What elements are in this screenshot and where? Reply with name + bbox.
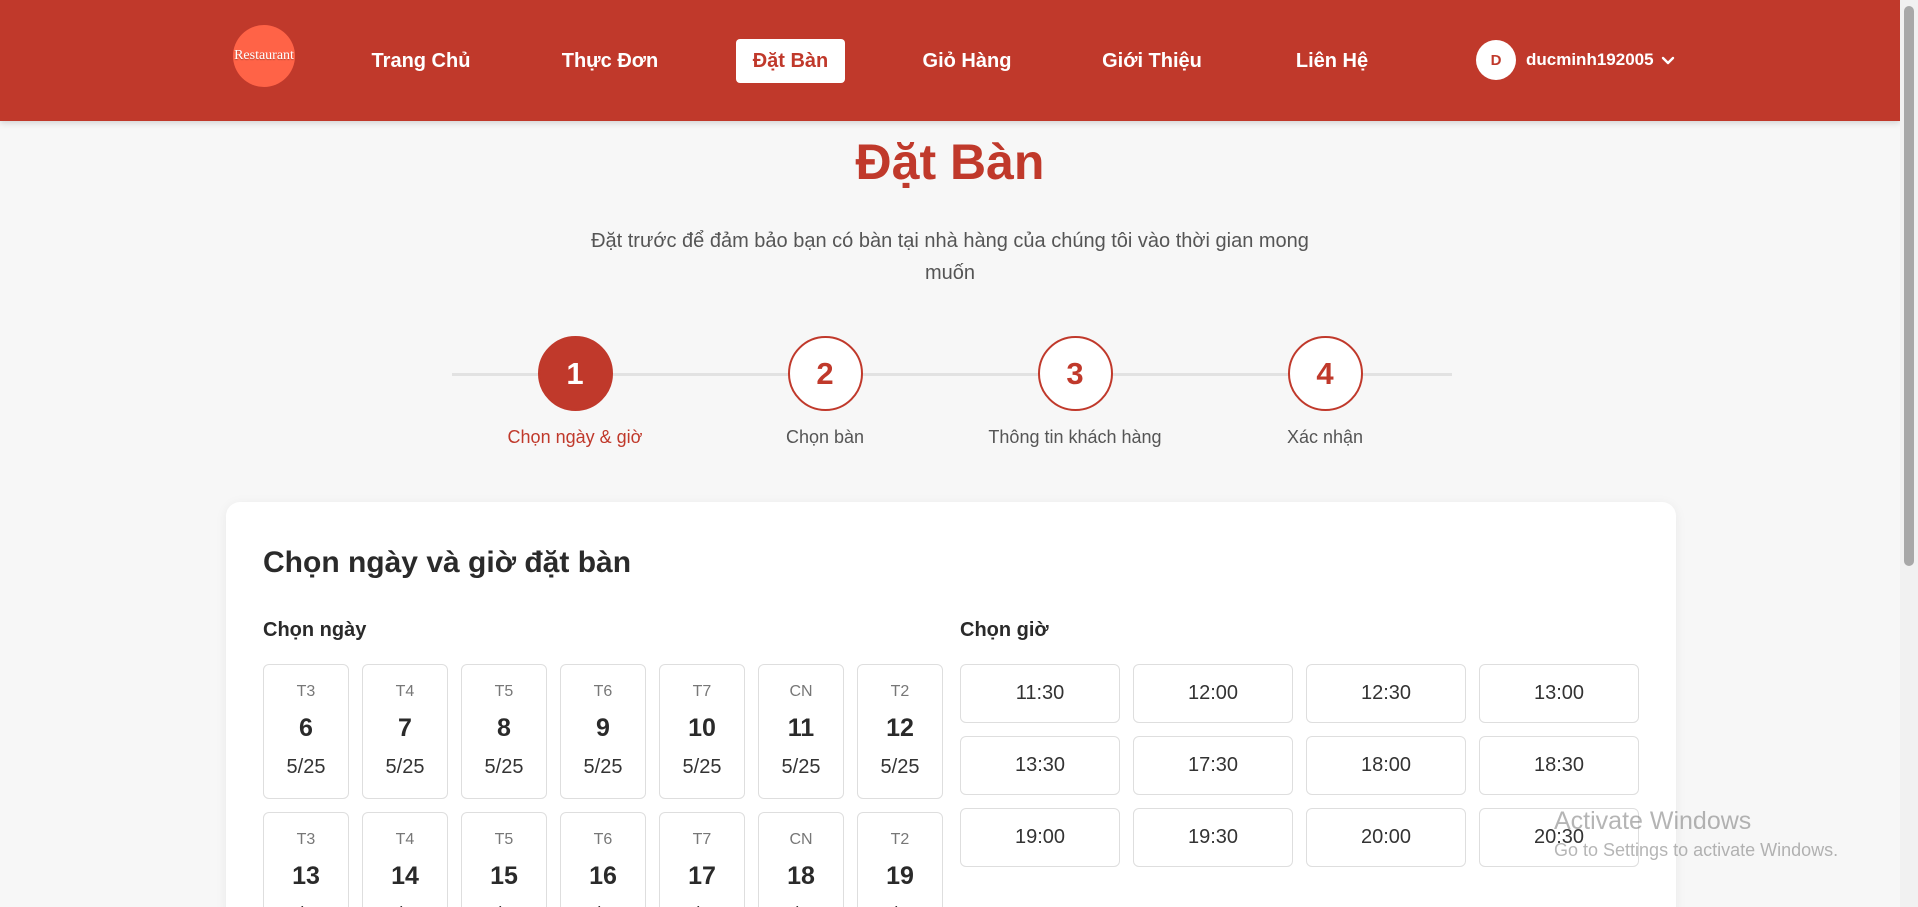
date-month: 5/25 (385, 756, 425, 778)
date-grid: T3 6 5/25 T4 7 5/25 T5 8 5/25 T6 9 5/25 T7 10 5/25 CN 11… (263, 664, 943, 907)
date-option[interactable]: CN185/25 (758, 812, 844, 907)
step-label: Chọn ngày & giờ (507, 427, 643, 447)
date-weekday: T5 (494, 831, 514, 848)
watermark-subtitle: Go to Settings to activate Windows. (1554, 840, 1839, 860)
time-slot-button[interactable]: 20:00 (1306, 808, 1466, 867)
step-number: 3 (1037, 336, 1113, 411)
time-slot-button[interactable]: 18:30 (1479, 736, 1639, 795)
time-grid: 11:30 12:00 12:30 13:00 13:30 17:30 18:00 18:30… (960, 664, 1640, 867)
step-label: Xác nhận (1286, 427, 1364, 447)
date-day: 11 (787, 714, 815, 742)
date-option[interactable]: T4145/25 (362, 812, 448, 907)
date-weekday: T6 (593, 831, 613, 848)
booking-card: Chọn ngày và giờ đặt bàn Chọn ngày Chọn … (226, 502, 1676, 907)
step-select-table: 2 Chọn bàn (705, 336, 945, 448)
date-day: 7 (398, 714, 412, 742)
date-option[interactable]: CN 11 5/25 (758, 664, 844, 799)
page-title: Đặt Bàn (855, 134, 1045, 190)
date-day: 6 (299, 714, 313, 742)
date-option[interactable]: T7 10 5/25 (659, 664, 745, 799)
top-navbar: Restaurant Trang Chủ Thực Đơn Đặt Bàn Gi… (0, 0, 1900, 121)
username: ducminh192005 (1526, 50, 1654, 69)
time-slot-button[interactable]: 12:00 (1133, 664, 1293, 723)
date-option[interactable]: T5155/25 (461, 812, 547, 907)
date-option[interactable]: T6 9 5/25 (560, 664, 646, 799)
step-select-datetime: 1 Chọn ngày & giờ (455, 336, 695, 448)
date-day: 9 (596, 714, 610, 742)
date-day: 14 (391, 862, 419, 890)
scrollbar-thumb[interactable] (1904, 6, 1914, 566)
date-day: 17 (688, 862, 716, 890)
time-slot-button[interactable]: 19:00 (960, 808, 1120, 867)
date-day: 19 (886, 862, 914, 890)
date-month: 5/25 (286, 756, 326, 778)
step-customer-info: 3 Thông tin khách hàng (955, 336, 1195, 448)
date-weekday: T5 (494, 683, 514, 700)
date-weekday: CN (789, 831, 813, 848)
date-option[interactable]: T3 6 5/25 (263, 664, 349, 799)
nav-about[interactable]: Giới Thiệu (1099, 40, 1205, 82)
time-slot-button[interactable]: 17:30 (1133, 736, 1293, 795)
date-weekday: T4 (395, 831, 415, 848)
step-label: Thông tin khách hàng (988, 427, 1162, 447)
page-subtitle: Đặt trước để đảm bảo bạn có bàn tại nhà … (591, 230, 1309, 284)
time-slot-button[interactable]: 13:30 (960, 736, 1120, 795)
nav-cart[interactable]: Giỏ Hàng (917, 40, 1017, 82)
date-option[interactable]: T2195/25 (857, 812, 943, 907)
date-weekday: T3 (296, 683, 316, 700)
avatar: D (1476, 40, 1516, 80)
date-day: 8 (497, 714, 511, 742)
date-option[interactable]: T6165/25 (560, 812, 646, 907)
date-weekday: T7 (692, 683, 712, 700)
date-month: 5/25 (781, 756, 821, 778)
logo[interactable]: Restaurant (233, 25, 295, 87)
date-option[interactable]: T3135/25 (263, 812, 349, 907)
time-slot-button[interactable]: 11:30 (960, 664, 1120, 723)
date-day: 18 (787, 862, 815, 890)
nav-home[interactable]: Trang Chủ (363, 40, 479, 82)
step-number: 2 (787, 336, 863, 411)
date-month: 5/25 (583, 756, 623, 778)
step-number: 1 (537, 336, 613, 411)
page-scrollbar[interactable] (1900, 0, 1918, 907)
watermark-title: Activate Windows (1554, 807, 1752, 835)
date-month: 5/25 (484, 756, 524, 778)
date-weekday: T6 (593, 683, 613, 700)
date-weekday: T3 (296, 831, 316, 848)
windows-watermark: Activate Windows Go to Settings to activ… (1554, 807, 1838, 861)
date-month: 5/25 (682, 756, 722, 778)
time-slot-button[interactable]: 12:30 (1306, 664, 1466, 723)
date-option[interactable]: T4 7 5/25 (362, 664, 448, 799)
nav-menu[interactable]: Thực Đơn (556, 40, 664, 82)
date-weekday: CN (789, 683, 813, 700)
card-title: Chọn ngày và giờ đặt bàn (263, 546, 632, 579)
time-slot-button[interactable]: 18:00 (1306, 736, 1466, 795)
date-day: 10 (688, 714, 716, 742)
nav-reservation[interactable]: Đặt Bàn (736, 39, 845, 83)
time-slot-button[interactable]: 13:00 (1479, 664, 1639, 723)
step-confirm: 4 Xác nhận (1205, 336, 1445, 448)
date-month: 5/25 (880, 756, 920, 778)
time-section-label: Chọn giờ (960, 619, 1049, 641)
date-weekday: T4 (395, 683, 415, 700)
date-day: 13 (292, 862, 320, 890)
time-slot-button[interactable]: 19:30 (1133, 808, 1293, 867)
user-menu[interactable]: D ducminh192005 (1476, 40, 1676, 80)
nav-contact[interactable]: Liên Hệ (1288, 40, 1376, 82)
date-weekday: T2 (890, 683, 910, 700)
date-option[interactable]: T5 8 5/25 (461, 664, 547, 799)
date-weekday: T7 (692, 831, 712, 848)
date-day: 16 (589, 862, 617, 890)
date-option[interactable]: T2 12 5/25 (857, 664, 943, 799)
date-day: 15 (490, 862, 518, 890)
step-label: Chọn bàn (785, 427, 865, 447)
date-weekday: T2 (890, 831, 910, 848)
date-option[interactable]: T7175/25 (659, 812, 745, 907)
chevron-down-icon (1661, 56, 1674, 65)
date-section-label: Chọn ngày (263, 619, 367, 641)
date-day: 12 (886, 714, 914, 742)
step-number: 4 (1287, 336, 1363, 411)
